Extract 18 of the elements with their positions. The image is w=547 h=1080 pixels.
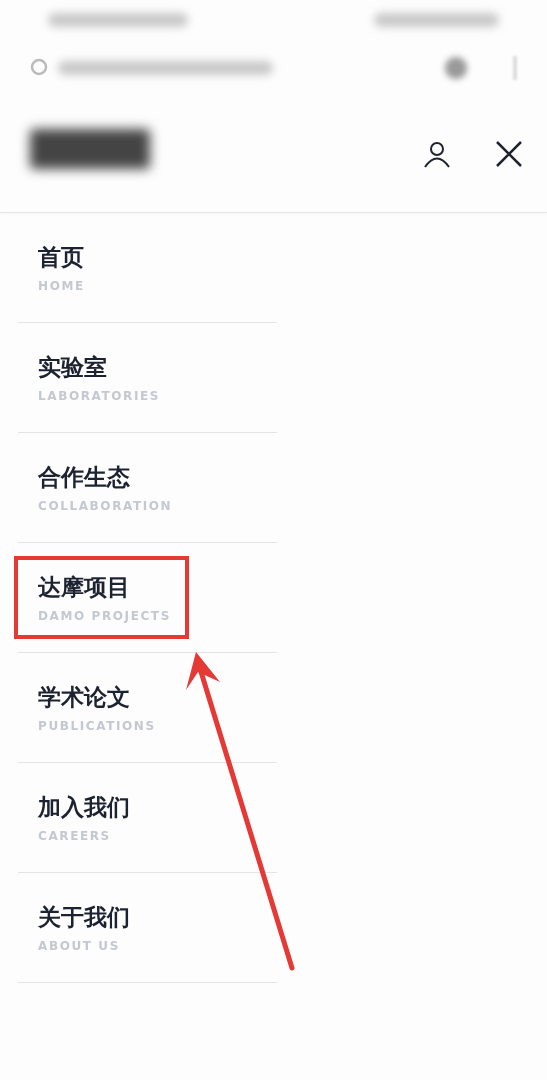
menu-item-subtitle: ABOUT US [38, 939, 121, 953]
menu-item[interactable]: 首页 [38, 242, 85, 273]
menu-item[interactable]: 实验室 [38, 352, 160, 383]
menu-item-subtitle: PUBLICATIONS [38, 719, 156, 733]
menu-item[interactable]: 关于我们 [38, 902, 130, 933]
user-icon[interactable] [423, 139, 451, 168]
menu-item[interactable]: 学术论文 [38, 682, 156, 713]
menu-item[interactable]: 达摩项目 [38, 572, 171, 603]
menu-item-subtitle: DAMO PROJECTS [38, 609, 171, 623]
close-icon[interactable] [495, 139, 523, 168]
menu-item-subtitle: CAREERS [38, 829, 112, 843]
menu-item-subtitle: HOME [38, 279, 85, 293]
blurred-icon [445, 56, 467, 79]
search-icon [30, 57, 50, 78]
menu-item-subtitle: COLLABORATION [38, 499, 173, 513]
menu-item[interactable]: 加入我们 [38, 792, 130, 823]
menu-item[interactable]: 合作生态 [38, 462, 173, 493]
menu-item-subtitle: LABORATORIES [38, 389, 160, 403]
